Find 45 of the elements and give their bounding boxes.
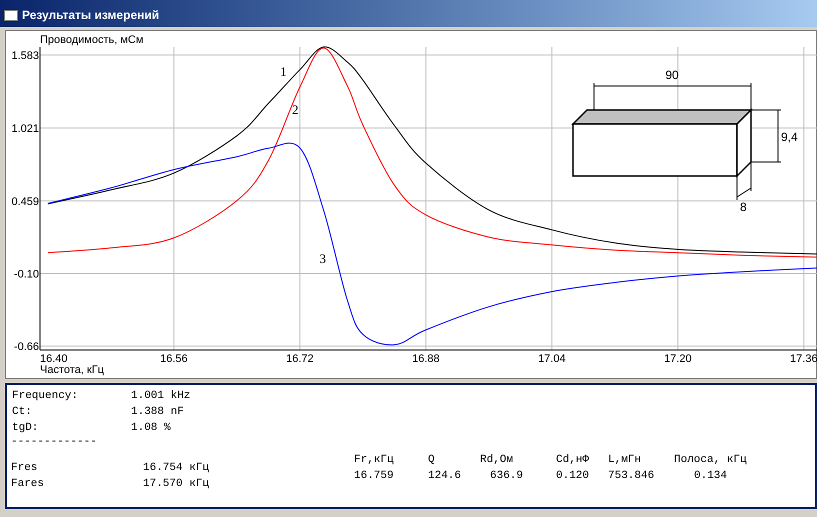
column-header: L,мГн [608,453,642,468]
resonance-value: 16.754 кГц [143,461,210,476]
separator-text: ------------- [11,436,98,448]
curve-number: 2 [292,102,298,117]
table-cell-text: 636.9 [490,469,524,484]
height-dimension: 9,4 [781,130,798,144]
x-tick-label: 17.04 [538,353,566,365]
parameter-value: 1.08 % [131,421,171,436]
window-icon [4,10,18,20]
resonance-label: Fares [11,477,46,492]
parameter-label: tgD: [11,421,40,436]
length-dimension: 90 [665,68,679,82]
x-tick-label: 16.56 [160,353,188,365]
table-cell-text: 0.134 [693,469,728,484]
table-cell-text: 124.6 [428,469,462,484]
depth-dimension: 8 [740,200,747,214]
x-tick-label: 16.40 [40,353,68,365]
column-header: Cd,нФ [556,453,590,468]
curve-number: 3 [320,251,326,266]
y-tick-label: 1.021 [11,122,39,135]
resonance-label: Fres [11,461,38,476]
y-tick-label: -0.66 [14,341,39,354]
y-tick-label: -0.10 [14,268,39,280]
resonance-value: 17.570 кГц [143,477,210,492]
x-axis-title: Частота, кГц [40,364,104,376]
curve-number: 1 [280,64,287,80]
parameter-value: 1.388 nF [131,405,184,420]
column-header: Fr,кГц [354,453,395,468]
x-tick-label: 17.36 [790,353,817,365]
column-header: Q [428,453,436,468]
parameter-value: 1.001 kHz [131,389,190,404]
parameter-label: Ct: [11,405,33,420]
x-tick-label: 16.72 [286,353,314,365]
column-header: Полоса, кГц [674,453,747,468]
window-title: Результаты измерений [22,7,160,24]
y-tick-label: 0.459 [11,196,39,208]
y-axis-title: Проводимость, мСм [40,34,144,46]
y-tick-label: 1.583 [11,50,39,62]
parameter-label: Frequency: [11,389,80,404]
column-header: Rd,Ом [480,453,514,468]
table-cell-text: 16.759 [354,469,395,484]
x-tick-label: 17.20 [664,353,692,365]
table-cell-text: 0.120 [556,469,590,484]
table-cell-text: 753.846 [608,469,656,484]
x-tick-label: 16.88 [412,353,440,365]
